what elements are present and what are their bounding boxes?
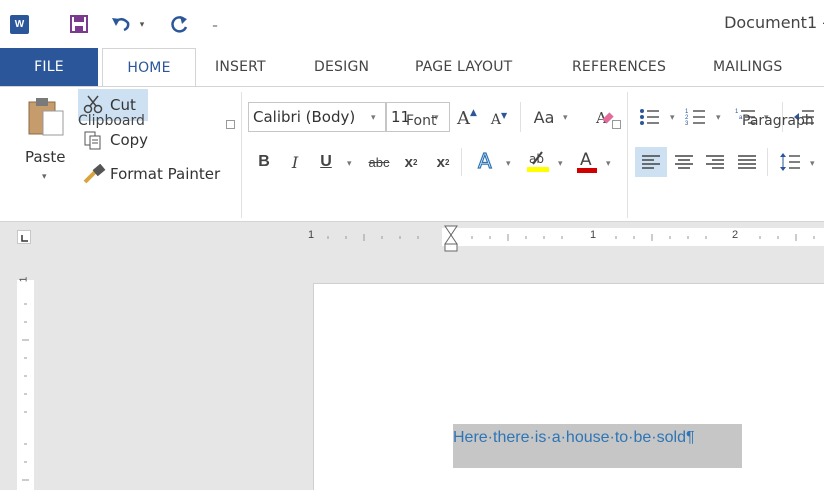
save-icon[interactable]	[67, 12, 91, 36]
align-center-icon[interactable]	[671, 147, 697, 177]
copy-label: Copy	[110, 131, 149, 149]
font-name-box[interactable]: Calibri (Body)	[248, 102, 386, 132]
customize-qat-icon[interactable]: ₌	[208, 12, 222, 36]
svg-text:A: A	[580, 150, 592, 170]
vruler-mark-1: 1	[18, 276, 30, 283]
tab-selector[interactable]	[17, 230, 31, 244]
numbering-icon[interactable]: 123	[684, 104, 708, 130]
bullets-icon[interactable]	[638, 104, 662, 130]
scissors-icon	[82, 93, 104, 115]
cut-label: Cut	[110, 96, 136, 114]
subscript-mark: 2	[412, 157, 418, 167]
svg-text:A: A	[478, 149, 492, 173]
paragraph-group-label: Paragraph	[742, 113, 814, 129]
font-group-label: Font	[406, 113, 437, 129]
copy-button[interactable]: Copy	[78, 125, 158, 155]
superscript-mark: 2	[444, 157, 450, 167]
redo-icon[interactable]	[168, 12, 192, 36]
tab-home[interactable]: HOME	[102, 48, 196, 87]
tab-page-layout[interactable]: PAGE LAYOUT	[415, 48, 512, 86]
shrink-font-icon[interactable]: A ▼	[489, 108, 509, 132]
tab-design[interactable]: DESIGN	[314, 48, 369, 86]
italic-button[interactable]: I	[285, 149, 305, 175]
grow-font-icon[interactable]: A ▲	[456, 105, 478, 131]
bullets-dropdown-icon[interactable]: ▾	[670, 112, 675, 123]
tab-file[interactable]: FILE	[0, 48, 98, 86]
font-color-icon[interactable]: A	[574, 147, 600, 175]
text-highlight-icon[interactable]: ab	[524, 147, 552, 175]
clipboard-group-label: Clipboard	[78, 113, 145, 129]
line-spacing-icon[interactable]	[778, 147, 802, 177]
numbering-dropdown-icon[interactable]: ▾	[716, 112, 721, 123]
text-effects-dropdown-icon[interactable]: ▾	[506, 158, 511, 169]
divider	[767, 148, 768, 176]
font-name-value: Calibri (Body)	[253, 108, 356, 126]
vertical-ruler[interactable]: 1	[17, 266, 34, 490]
justify-icon[interactable]	[734, 147, 760, 177]
bold-button[interactable]: B	[254, 149, 274, 175]
divider	[461, 148, 462, 176]
font-name-dropdown-icon[interactable]: ▾	[371, 112, 376, 123]
word-app-icon[interactable]: W	[10, 15, 29, 34]
group-divider	[241, 92, 242, 218]
ruler-mark-2: 2	[732, 229, 739, 241]
line-spacing-dropdown-icon[interactable]: ▾	[810, 158, 815, 169]
underline-button[interactable]: U	[316, 149, 336, 175]
align-left-icon[interactable]	[635, 147, 667, 177]
horizontal-ruler[interactable]: 1 1 2	[292, 225, 824, 252]
svg-text:3: 3	[685, 121, 689, 127]
subscript-x: x	[404, 153, 413, 171]
format-painter-icon	[82, 163, 108, 185]
superscript-x: x	[436, 153, 445, 171]
underline-dropdown-icon[interactable]: ▾	[347, 158, 352, 169]
font-color-dropdown-icon[interactable]: ▾	[606, 158, 611, 169]
align-right-icon[interactable]	[702, 147, 728, 177]
undo-icon[interactable]	[108, 12, 134, 36]
selected-document-text[interactable]: Here·there·is·a·house·to·be·sold¶	[453, 424, 742, 468]
change-case-dropdown-icon[interactable]: ▾	[563, 112, 568, 123]
tab-mailings[interactable]: MAILINGS	[713, 48, 783, 86]
text-effects-icon[interactable]: A	[474, 147, 500, 175]
subscript-button[interactable]: x2	[400, 149, 422, 175]
window-title: Document1 -	[724, 13, 824, 32]
clipboard-launcher-icon[interactable]	[226, 120, 235, 129]
format-painter-button[interactable]: Format Painter	[78, 159, 230, 189]
title-bar: W ▾ ₌ Document1 -	[0, 0, 824, 48]
highlight-dropdown-icon[interactable]: ▾	[558, 158, 563, 169]
undo-dropdown-icon[interactable]: ▾	[136, 12, 148, 36]
ruler-mark-1-left: 1	[308, 229, 315, 241]
change-case-button[interactable]: Aa	[530, 104, 558, 130]
font-launcher-icon[interactable]	[612, 120, 621, 129]
tab-insert[interactable]: INSERT	[215, 48, 266, 86]
format-painter-label: Format Painter	[110, 165, 221, 183]
divider	[520, 102, 521, 132]
superscript-button[interactable]: x2	[432, 149, 454, 175]
copy-icon	[82, 129, 104, 151]
ruler-mark-1: 1	[590, 229, 597, 241]
tab-references[interactable]: REFERENCES	[572, 48, 666, 86]
group-divider	[627, 92, 628, 218]
paste-button[interactable]: Paste	[25, 148, 66, 166]
paste-icon[interactable]	[26, 93, 66, 139]
indent-marker-icon[interactable]	[444, 225, 458, 252]
ribbon-tabs: FILE HOME INSERT DESIGN PAGE LAYOUT REFE…	[0, 48, 824, 87]
strikethrough-button[interactable]: abc	[364, 149, 394, 175]
paste-dropdown-icon[interactable]: ▾	[42, 171, 47, 182]
